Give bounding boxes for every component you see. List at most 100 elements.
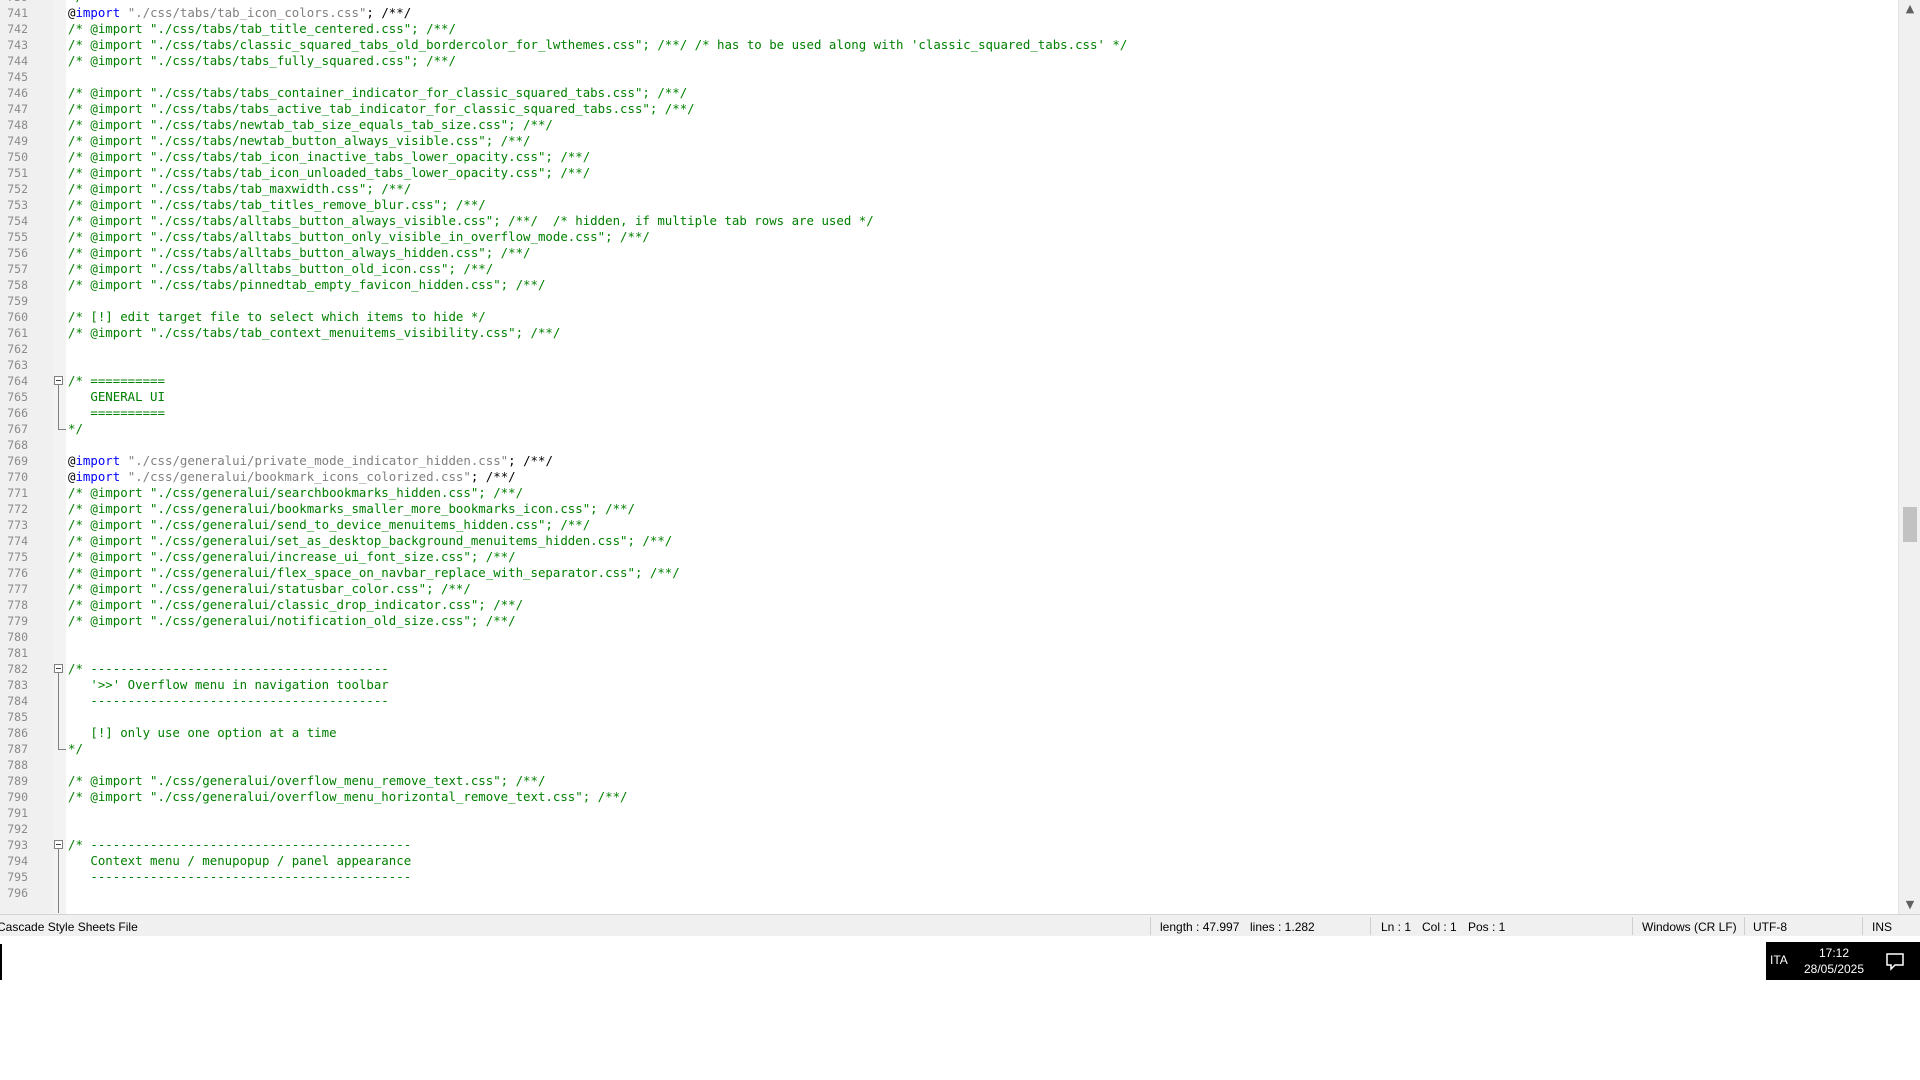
code-line[interactable]: 773 /* @import "./css/generalui/send_to_d… bbox=[0, 517, 1898, 533]
line-number: 789 bbox=[7, 774, 28, 788]
status-separator bbox=[1862, 917, 1863, 935]
line-text: /* -------------------------------------… bbox=[68, 661, 389, 676]
code-line[interactable]: 764 /* ========== bbox=[0, 373, 1898, 389]
code-line[interactable]: 751 /* @import "./css/tabs/tab_icon_unloa… bbox=[0, 165, 1898, 181]
blank-area bbox=[0, 936, 1920, 1080]
code-line[interactable]: 759 bbox=[0, 293, 1898, 309]
code-line[interactable]: 747 /* @import "./css/tabs/tabs_active_ta… bbox=[0, 101, 1898, 117]
code-line[interactable]: 771 /* @import "./css/generalui/searchboo… bbox=[0, 485, 1898, 501]
code-line[interactable]: 783 '>>' Overflow menu in navigation too… bbox=[0, 677, 1898, 693]
code-line[interactable]: 748 /* @import "./css/tabs/newtab_tab_siz… bbox=[0, 117, 1898, 133]
line-ending-format[interactable]: Windows (CR LF) bbox=[1642, 920, 1737, 934]
input-language[interactable]: ITA bbox=[1770, 953, 1788, 967]
code-line[interactable]: 787 */ bbox=[0, 741, 1898, 757]
code-line[interactable]: 762 bbox=[0, 341, 1898, 357]
code-line[interactable]: 755 /* @import "./css/tabs/alltabs_button… bbox=[0, 229, 1898, 245]
code-line[interactable]: 754 /* @import "./css/tabs/alltabs_button… bbox=[0, 213, 1898, 229]
code-line[interactable]: 768 bbox=[0, 437, 1898, 453]
code-line[interactable]: 742 /* @import "./css/tabs/tab_title_cent… bbox=[0, 21, 1898, 37]
code-line[interactable]: 791 bbox=[0, 805, 1898, 821]
line-text: /* [!] edit target file to select which … bbox=[68, 309, 486, 324]
code-line[interactable]: 790 /* @import "./css/generalui/overflow_… bbox=[0, 789, 1898, 805]
encoding-label[interactable]: UTF-8 bbox=[1753, 920, 1787, 934]
insert-mode-label[interactable]: INS bbox=[1872, 920, 1892, 934]
line-text: /* @import "./css/tabs/tab_maxwidth.css"… bbox=[68, 181, 412, 196]
vertical-scrollbar[interactable]: ▲ ▼ bbox=[1898, 0, 1920, 914]
code-line[interactable]: 784 ------------------------------------… bbox=[0, 693, 1898, 709]
code-line[interactable]: 766 ========== bbox=[0, 405, 1898, 421]
code-line[interactable]: 786 [!] only use one option at a time bbox=[0, 725, 1898, 741]
code-line[interactable]: 765 GENERAL UI bbox=[0, 389, 1898, 405]
line-text: @import "./css/generalui/bookmark_icons_… bbox=[68, 469, 516, 485]
line-number: 795 bbox=[7, 870, 28, 884]
line-number: 767 bbox=[7, 422, 28, 436]
line-text: GENERAL UI bbox=[68, 389, 165, 404]
code-line[interactable]: 760 /* [!] edit target file to select whi… bbox=[0, 309, 1898, 325]
line-text: /* ========== bbox=[68, 373, 165, 388]
code-line[interactable]: 778 /* @import "./css/generalui/classic_d… bbox=[0, 597, 1898, 613]
code-line[interactable]: 779 /* @import "./css/generalui/notificat… bbox=[0, 613, 1898, 629]
code-line[interactable]: 743 /* @import "./css/tabs/classic_square… bbox=[0, 37, 1898, 53]
code-line[interactable]: 782 /* ----------------------------------… bbox=[0, 661, 1898, 677]
status-bar: Cascade Style Sheets File length : 47.99… bbox=[0, 914, 1920, 937]
code-line[interactable]: 777 /* @import "./css/generalui/statusbar… bbox=[0, 581, 1898, 597]
code-line[interactable]: 796 bbox=[0, 885, 1898, 901]
code-line[interactable]: 770 @import "./css/generalui/bookmark_ico… bbox=[0, 469, 1898, 485]
line-number: 786 bbox=[7, 726, 28, 740]
code-line[interactable]: 772 /* @import "./css/generalui/bookmarks… bbox=[0, 501, 1898, 517]
code-line[interactable]: 757 /* @import "./css/tabs/alltabs_button… bbox=[0, 261, 1898, 277]
scroll-down-arrow-icon[interactable]: ▼ bbox=[1899, 896, 1920, 914]
code-line[interactable]: 785 bbox=[0, 709, 1898, 725]
code-line[interactable]: 763 bbox=[0, 357, 1898, 373]
code-line[interactable]: 749 /* @import "./css/tabs/newtab_button_… bbox=[0, 133, 1898, 149]
code-line[interactable]: 744 /* @import "./css/tabs/tabs_fully_squ… bbox=[0, 53, 1898, 69]
line-text: /* @import "./css/tabs/tab_context_menui… bbox=[68, 325, 561, 340]
code-area[interactable]: 739*/741@import "./css/tabs/tab_icon_col… bbox=[0, 0, 1898, 914]
notification-icon[interactable] bbox=[1884, 951, 1906, 971]
line-number: 768 bbox=[7, 438, 28, 452]
scrollbar-thumb[interactable] bbox=[1903, 507, 1917, 542]
code-line[interactable]: 752 /* @import "./css/tabs/tab_maxwidth.c… bbox=[0, 181, 1898, 197]
line-number: 791 bbox=[7, 806, 28, 820]
line-text: @import "./css/tabs/tab_icon_colors.css"… bbox=[68, 5, 411, 21]
line-number: 748 bbox=[7, 118, 28, 132]
code-line[interactable]: 789 /* @import "./css/generalui/overflow_… bbox=[0, 773, 1898, 789]
line-text: /* @import "./css/tabs/alltabs_button_ol… bbox=[68, 261, 494, 276]
code-line[interactable]: 741 @import "./css/tabs/tab_icon_colors.c… bbox=[0, 5, 1898, 21]
fold-toggle-icon[interactable] bbox=[54, 664, 63, 673]
line-number: 763 bbox=[7, 358, 28, 372]
code-line[interactable]: 750 /* @import "./css/tabs/tab_icon_inact… bbox=[0, 149, 1898, 165]
line-number: 765 bbox=[7, 390, 28, 404]
line-text: /* @import "./css/tabs/classic_squared_t… bbox=[68, 37, 1128, 52]
code-line[interactable]: 793 /* ----------------------------------… bbox=[0, 837, 1898, 853]
code-line[interactable]: 746 /* @import "./css/tabs/tabs_container… bbox=[0, 85, 1898, 101]
code-line[interactable]: 780 bbox=[0, 629, 1898, 645]
code-line[interactable]: 776 /* @import "./css/generalui/flex_spac… bbox=[0, 565, 1898, 581]
code-line[interactable]: 781 bbox=[0, 645, 1898, 661]
line-number: 777 bbox=[7, 582, 28, 596]
code-line[interactable]: 745 bbox=[0, 69, 1898, 85]
code-line[interactable]: 794 Context menu / menupopup / panel app… bbox=[0, 853, 1898, 869]
code-line[interactable]: 753 /* @import "./css/tabs/tab_titles_rem… bbox=[0, 197, 1898, 213]
scroll-up-arrow-icon[interactable]: ▲ bbox=[1899, 0, 1920, 18]
fold-toggle-icon[interactable] bbox=[54, 376, 63, 385]
line-number: 771 bbox=[7, 486, 28, 500]
line-number: 757 bbox=[7, 262, 28, 276]
clock[interactable]: 17:12 28/05/2025 bbox=[1794, 945, 1874, 977]
code-line[interactable]: 767 */ bbox=[0, 421, 1898, 437]
code-line[interactable]: 788 bbox=[0, 757, 1898, 773]
document-length: length : 47.997 bbox=[1160, 920, 1240, 934]
line-number: 766 bbox=[7, 406, 28, 420]
code-line[interactable]: 769 @import "./css/generalui/private_mode… bbox=[0, 453, 1898, 469]
code-line[interactable]: 774 /* @import "./css/generalui/set_as_de… bbox=[0, 533, 1898, 549]
code-line[interactable]: 775 /* @import "./css/generalui/increase_… bbox=[0, 549, 1898, 565]
code-line[interactable]: 761 /* @import "./css/tabs/tab_context_me… bbox=[0, 325, 1898, 341]
code-editor[interactable]: 739*/741@import "./css/tabs/tab_icon_col… bbox=[0, 0, 1920, 914]
code-line[interactable]: 795 ------------------------------------… bbox=[0, 869, 1898, 885]
line-number: 745 bbox=[7, 70, 28, 84]
code-line[interactable]: 792 bbox=[0, 821, 1898, 837]
line-text: ---------------------------------------- bbox=[68, 693, 389, 708]
fold-toggle-icon[interactable] bbox=[54, 840, 63, 849]
code-line[interactable]: 758 /* @import "./css/tabs/pinnedtab_empt… bbox=[0, 277, 1898, 293]
code-line[interactable]: 756 /* @import "./css/tabs/alltabs_button… bbox=[0, 245, 1898, 261]
